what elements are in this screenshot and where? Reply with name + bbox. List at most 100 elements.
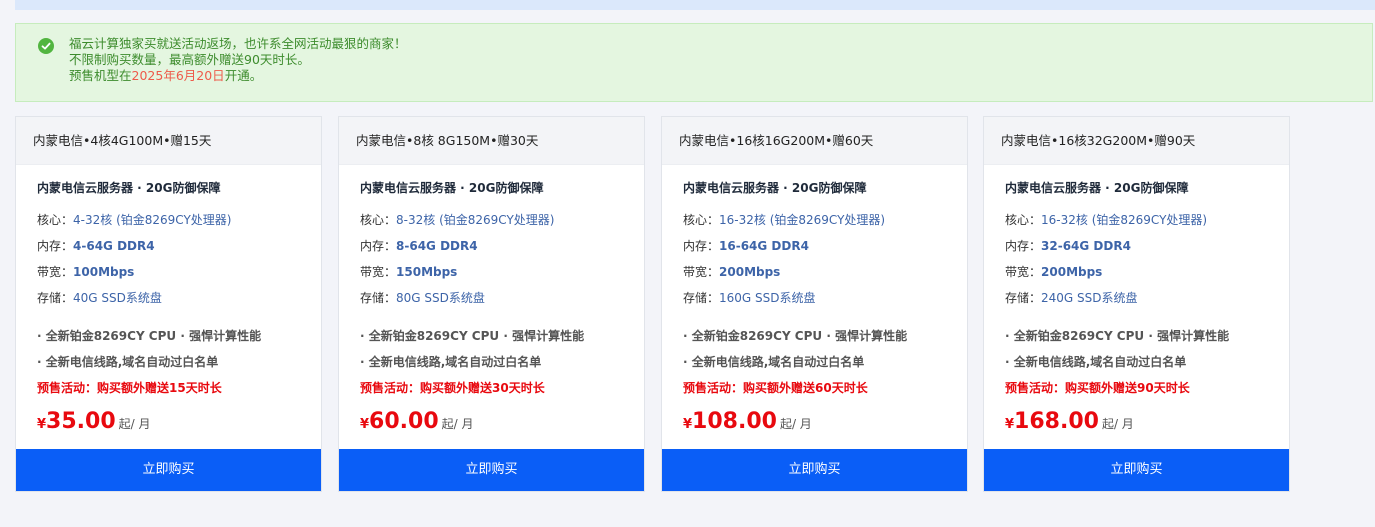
spec-memory-label: 内存： [1005, 239, 1042, 253]
spec-cores-value: 4-32核 (铂金8269CY处理器) [73, 213, 232, 227]
promo-text: 预售活动：购买额外赠送30天时长 [360, 381, 545, 395]
price-currency: ¥ [360, 417, 370, 432]
price: ¥35.00 起/ 月 [37, 409, 151, 434]
buy-now-button[interactable]: 立即购买 [984, 449, 1289, 491]
feature-cpu: · 全新铂金8269CY CPU · 强悍计算性能 [683, 329, 908, 343]
promo-text: 预售活动：购买额外赠送60天时长 [683, 381, 868, 395]
price-amount: 60.00 [369, 409, 439, 434]
spec-storage-label: 存储： [683, 291, 720, 305]
spec-cores-value: 16-32核 (铂金8269CY处理器) [1041, 213, 1208, 227]
price: ¥168.00 起/ 月 [1005, 409, 1134, 434]
promo-text: 预售活动：购买额外赠送15天时长 [37, 381, 222, 395]
product-card: 内蒙电信•16核32G200M•赠90天 内蒙电信云服务器 · 20G防御保障 … [983, 116, 1290, 492]
card-title: 内蒙电信•4核4G100M•赠15天 [16, 117, 321, 165]
spec-cores-label: 核心： [683, 213, 720, 227]
spec-memory: 内存：32-64G DDR4 [1005, 237, 1131, 254]
spec-memory-label: 内存： [683, 239, 720, 253]
spec-memory: 内存：8-64G DDR4 [360, 237, 478, 254]
card-subtitle: 内蒙电信云服务器 · 20G防御保障 [37, 181, 221, 195]
notice-line-3-prefix: 预售机型在 [69, 68, 132, 83]
feature-cpu: · 全新铂金8269CY CPU · 强悍计算性能 [360, 329, 585, 343]
spec-storage-value: 40G SSD系统盘 [73, 291, 162, 305]
buy-now-button[interactable]: 立即购买 [339, 449, 644, 491]
spec-memory: 内存：4-64G DDR4 [37, 237, 155, 254]
spec-bandwidth-value: 100Mbps [73, 265, 135, 279]
spec-bandwidth-label: 带宽： [1005, 265, 1042, 279]
price-currency: ¥ [37, 417, 47, 432]
spec-storage: 存储：80G SSD系统盘 [360, 289, 485, 306]
price-unit: 起/ 月 [118, 417, 151, 431]
notice-line-2: 不限制购买数量，最高额外赠送90天时长。 [69, 52, 310, 67]
product-card: 内蒙电信•4核4G100M•赠15天 内蒙电信云服务器 · 20G防御保障 核心… [15, 116, 322, 492]
spec-storage: 存储：240G SSD系统盘 [1005, 289, 1138, 306]
card-subtitle: 内蒙电信云服务器 · 20G防御保障 [360, 181, 544, 195]
spec-bandwidth: 带宽：200Mbps [683, 263, 780, 280]
spec-storage-label: 存储： [37, 291, 74, 305]
price-amount: 108.00 [692, 409, 777, 434]
notice-launch-date: 2025年6月20日 [131, 68, 225, 83]
feature-cpu: · 全新铂金8269CY CPU · 强悍计算性能 [37, 329, 262, 343]
spec-bandwidth-label: 带宽： [683, 265, 720, 279]
price-unit: 起/ 月 [441, 417, 474, 431]
spec-cores-value: 16-32核 (铂金8269CY处理器) [719, 213, 886, 227]
spec-memory-value: 4-64G DDR4 [73, 239, 155, 253]
spec-memory-value: 32-64G DDR4 [1041, 239, 1131, 253]
price-unit: 起/ 月 [1101, 417, 1134, 431]
buy-now-button[interactable]: 立即购买 [16, 449, 321, 491]
spec-bandwidth-label: 带宽： [37, 265, 74, 279]
check-circle-icon [38, 38, 54, 54]
top-info-strip [15, 0, 1375, 10]
spec-memory: 内存：16-64G DDR4 [683, 237, 809, 254]
price-amount: 35.00 [46, 409, 116, 434]
card-subtitle: 内蒙电信云服务器 · 20G防御保障 [683, 181, 867, 195]
spec-bandwidth-value: 200Mbps [719, 265, 781, 279]
spec-cores: 核心：8-32核 (铂金8269CY处理器) [360, 211, 554, 228]
spec-bandwidth: 带宽：100Mbps [37, 263, 134, 280]
feature-network: · 全新电信线路,域名自动过白名单 [683, 355, 865, 369]
price-unit: 起/ 月 [779, 417, 812, 431]
promo-text: 预售活动：购买额外赠送90天时长 [1005, 381, 1190, 395]
notice-line-3: 预售机型在2025年6月20日开通。 [69, 68, 407, 84]
spec-bandwidth-value: 200Mbps [1041, 265, 1103, 279]
spec-storage-value: 160G SSD系统盘 [719, 291, 816, 305]
spec-bandwidth-label: 带宽： [360, 265, 397, 279]
spec-cores-label: 核心： [37, 213, 74, 227]
promo-notice: 福云计算独家买就送活动返场，也许系全网活动最狠的商家！ 不限制购买数量，最高额外… [15, 23, 1373, 102]
feature-network: · 全新电信线路,域名自动过白名单 [360, 355, 542, 369]
product-card: 内蒙电信•16核16G200M•赠60天 内蒙电信云服务器 · 20G防御保障 … [661, 116, 968, 492]
spec-memory-label: 内存： [360, 239, 397, 253]
spec-bandwidth-value: 150Mbps [396, 265, 458, 279]
spec-cores: 核心：4-32核 (铂金8269CY处理器) [37, 211, 231, 228]
price: ¥108.00 起/ 月 [683, 409, 812, 434]
spec-cores: 核心：16-32核 (铂金8269CY处理器) [683, 211, 885, 228]
spec-cores: 核心：16-32核 (铂金8269CY处理器) [1005, 211, 1207, 228]
spec-memory-label: 内存： [37, 239, 74, 253]
card-title: 内蒙电信•16核16G200M•赠60天 [662, 117, 967, 165]
spec-storage-value: 240G SSD系统盘 [1041, 291, 1138, 305]
price-currency: ¥ [1005, 417, 1015, 432]
spec-storage-value: 80G SSD系统盘 [396, 291, 485, 305]
spec-bandwidth: 带宽：150Mbps [360, 263, 457, 280]
spec-cores-label: 核心： [1005, 213, 1042, 227]
price-amount: 168.00 [1014, 409, 1099, 434]
spec-memory-value: 16-64G DDR4 [719, 239, 809, 253]
spec-storage-label: 存储： [360, 291, 397, 305]
spec-storage: 存储：40G SSD系统盘 [37, 289, 162, 306]
spec-cores-label: 核心： [360, 213, 397, 227]
spec-storage-label: 存储： [1005, 291, 1042, 305]
spec-storage: 存储：160G SSD系统盘 [683, 289, 816, 306]
card-title: 内蒙电信•8核 8G150M•赠30天 [339, 117, 644, 165]
spec-cores-value: 8-32核 (铂金8269CY处理器) [396, 213, 555, 227]
notice-line-3-suffix: 开通。 [224, 68, 263, 83]
product-card: 内蒙电信•8核 8G150M•赠30天 内蒙电信云服务器 · 20G防御保障 核… [338, 116, 645, 492]
spec-memory-value: 8-64G DDR4 [396, 239, 478, 253]
price-currency: ¥ [683, 417, 693, 432]
card-title: 内蒙电信•16核32G200M•赠90天 [984, 117, 1289, 165]
feature-network: · 全新电信线路,域名自动过白名单 [37, 355, 219, 369]
price: ¥60.00 起/ 月 [360, 409, 474, 434]
buy-now-button[interactable]: 立即购买 [662, 449, 967, 491]
feature-cpu: · 全新铂金8269CY CPU · 强悍计算性能 [1005, 329, 1230, 343]
card-subtitle: 内蒙电信云服务器 · 20G防御保障 [1005, 181, 1189, 195]
notice-line-1: 福云计算独家买就送活动返场，也许系全网活动最狠的商家！ [69, 36, 407, 51]
spec-bandwidth: 带宽：200Mbps [1005, 263, 1102, 280]
